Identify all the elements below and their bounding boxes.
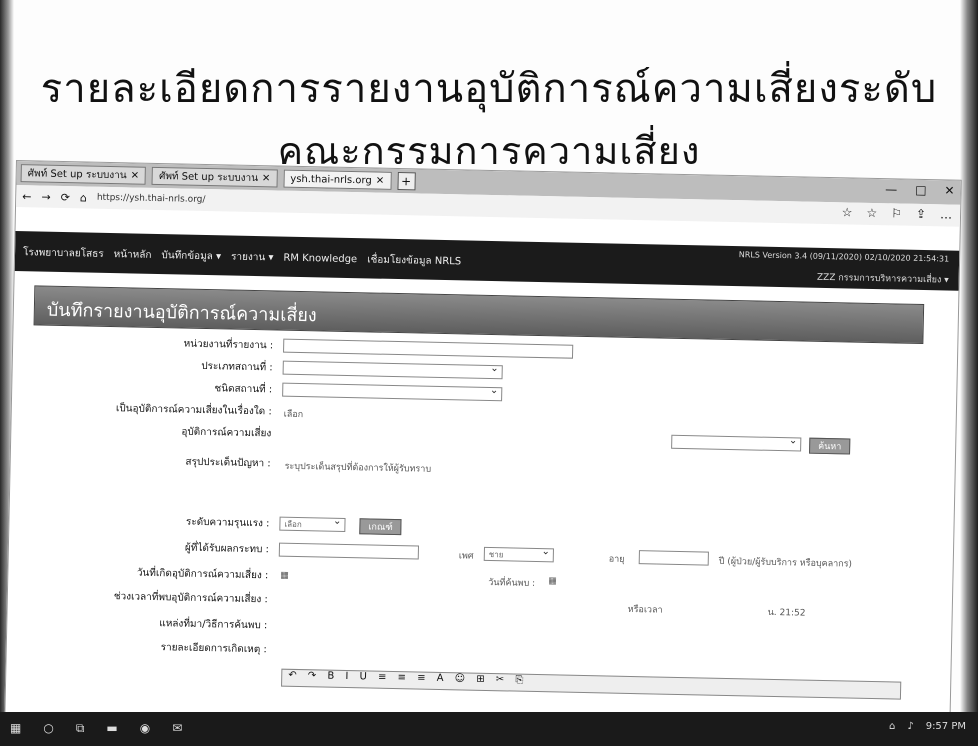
summary-hint[interactable]: ระบุประเด็นสรุปที่ต้องการให้ผู้รับทราบ — [285, 459, 432, 476]
field-label: ประเภทสถานที่ : — [201, 360, 273, 374]
field-label: รายละเอียดการเกิดเหตุ : — [160, 642, 267, 656]
incident-topic-value[interactable]: เลือก — [284, 407, 304, 421]
forward-icon[interactable]: → — [41, 190, 50, 203]
age-note: ปี (ผู้ป่วย/ผู้รับบริการ หรือบุคลากร) — [718, 556, 853, 570]
sex-select[interactable]: ชาย — [483, 546, 554, 563]
tab-label: ysh.thai-nrls.org — [290, 173, 372, 186]
slide-title-line1: รายละเอียดการรายงานอุบัติการณ์ความเสี่ยง… — [40, 66, 938, 112]
incident-form: หน่วยงานที่รายงาน : ประเภทสถานที่ : ชนิด… — [25, 333, 923, 732]
field-label: เป็นอุบัติการณ์ความเสี่ยงในเรื่องใด : — [115, 403, 272, 418]
browser-actions: ☆ ☆ ⚐ ⇪ … — [842, 205, 953, 221]
field-label: ผู้ที่ได้รับผลกระทบ : — [184, 542, 270, 556]
incident-select[interactable] — [671, 434, 802, 452]
severity-select[interactable]: เลือก — [279, 516, 346, 532]
close-icon[interactable]: ✕ — [131, 170, 140, 181]
home-icon[interactable]: ⌂ — [80, 191, 87, 204]
org-name[interactable]: โรงพยาบาลยโสธร — [23, 245, 104, 262]
tab-label: ศัพท์ Set up ระบบงาน — [158, 170, 259, 184]
browser-tab-3[interactable]: ysh.thai-nrls.org ✕ — [283, 169, 392, 190]
network-icon[interactable]: ⌂ — [889, 721, 895, 732]
close-icon[interactable]: ✕ — [376, 175, 385, 186]
mail-icon[interactable]: ✉ — [172, 721, 182, 736]
slide-sheet: รายละเอียดการรายงานอุบัติการณ์ความเสี่ยง… — [0, 0, 978, 746]
nav-rm-knowledge[interactable]: RM Knowledge — [283, 253, 357, 266]
task-view-icon[interactable]: ⧉ — [76, 721, 85, 736]
search-incident-button[interactable]: ค้นหา — [809, 437, 851, 455]
calendar-icon[interactable]: ▦ — [280, 571, 289, 581]
field-label: อุบัติการณ์ความเสี่ยง — [181, 426, 272, 440]
windows-taskbar: ▦ ○ ⧉ ▬ ◉ ✉ ⌂ ♪ 9:57 PM — [0, 712, 978, 746]
field-label: แหล่งที่มา/วิธีการค้นพบ : — [159, 618, 268, 632]
app-navbar: โรงพยาบาลยโสธร หน้าหลัก บันทึกข้อมูล ▾ ร… — [14, 231, 960, 291]
search-icon[interactable]: ○ — [43, 721, 53, 736]
field-label: สรุปประเด็นปัญหา : — [185, 456, 271, 470]
nav-nrls-link[interactable]: เชื่อมโยงข้อมูล NRLS — [367, 252, 461, 269]
user-menu[interactable]: ZZZ กรรมการบริหารความเสี่ยง ▾ — [817, 270, 949, 287]
field-label: ระดับความรุนแรง : — [185, 516, 270, 530]
back-icon[interactable]: ← — [22, 190, 31, 203]
favorites-list-icon[interactable]: ☆ — [866, 206, 877, 220]
close-icon[interactable]: ✕ — [262, 173, 271, 184]
or-time-label: หรือเวลา — [627, 604, 663, 616]
embedded-screenshot: ศัพท์ Set up ระบบงาน ✕ ศัพท์ Set up ระบบง… — [4, 160, 962, 746]
refresh-icon[interactable]: ⟳ — [61, 190, 70, 203]
folder-icon[interactable]: ▬ — [106, 721, 117, 736]
reading-icon[interactable]: ⚐ — [891, 206, 902, 220]
close-window-icon[interactable]: ✕ — [944, 183, 954, 197]
new-tab-button[interactable]: + — [396, 171, 416, 191]
age-label: อายุ — [608, 554, 625, 565]
minimize-icon[interactable]: — — [885, 182, 897, 196]
sex-label: เพศ — [458, 551, 474, 562]
discovery-date-label: วันที่ค้นพบ : — [488, 577, 536, 589]
reporting-unit-input[interactable] — [283, 338, 574, 359]
field-label: ชนิดสถานที่ : — [214, 383, 273, 396]
nav-record[interactable]: บันทึกข้อมูล ▾ — [161, 248, 221, 264]
affected-person-input[interactable] — [278, 542, 420, 560]
favorite-icon[interactable]: ☆ — [842, 205, 853, 219]
calendar-icon[interactable]: ▦ — [548, 576, 557, 586]
more-icon[interactable]: … — [940, 207, 952, 221]
volume-icon[interactable]: ♪ — [907, 721, 913, 732]
window-controls: — □ ✕ — [885, 182, 955, 197]
clock[interactable]: 9:57 PM — [926, 721, 966, 732]
nav-home[interactable]: หน้าหลัก — [113, 247, 152, 263]
start-icon[interactable]: ▦ — [10, 721, 21, 736]
browser-icon[interactable]: ◉ — [140, 721, 150, 736]
maximize-icon[interactable]: □ — [915, 183, 927, 197]
field-label: ช่วงเวลาที่พบอุบัติการณ์ความเสี่ยง : — [113, 591, 268, 606]
browser-tab-1[interactable]: ศัพท์ Set up ระบบงาน ✕ — [20, 164, 147, 185]
field-label: หน่วยงานที่รายงาน : — [183, 338, 274, 352]
version-info: NRLS Version 3.4 (09/11/2020) 02/10/2020… — [738, 250, 950, 264]
share-icon[interactable]: ⇪ — [916, 207, 926, 221]
place-kind-select[interactable] — [282, 382, 503, 402]
tab-label: ศัพท์ Set up ระบบงาน — [27, 167, 127, 181]
age-input[interactable] — [638, 550, 709, 566]
nav-report[interactable]: รายงาน ▾ — [231, 250, 274, 266]
url-field[interactable]: https://ysh.thai-nrls.org/ — [97, 193, 206, 205]
field-label: วันที่เกิดอุบัติการณ์ความเสี่ยง : — [136, 567, 269, 582]
place-type-select[interactable] — [282, 360, 503, 380]
time-value[interactable]: น. 21:52 — [768, 605, 806, 620]
browser-tab-2[interactable]: ศัพท์ Set up ระบบงาน ✕ — [151, 166, 278, 188]
severity-criteria-button[interactable]: เกณฑ์ — [359, 518, 402, 536]
